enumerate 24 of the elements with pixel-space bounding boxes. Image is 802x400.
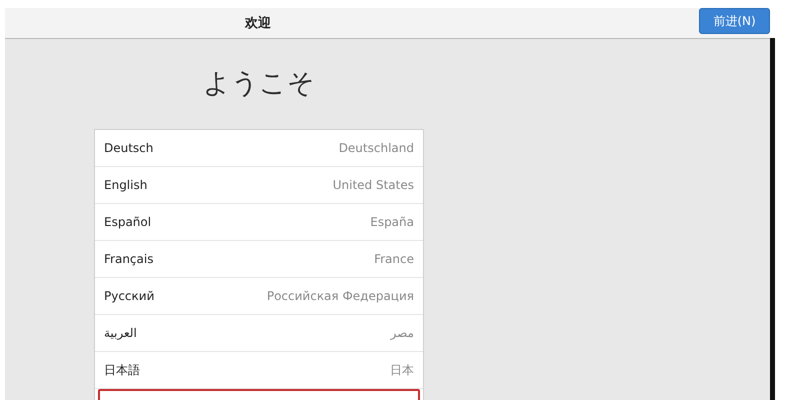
language-row[interactable]: English United States bbox=[95, 167, 423, 204]
language-name: 日本語 bbox=[104, 362, 140, 378]
region-name: España bbox=[370, 215, 414, 229]
language-row[interactable]: Deutsch Deutschland bbox=[95, 130, 423, 167]
region-name: 日本 bbox=[390, 362, 414, 378]
region-name: Российская Федерация bbox=[266, 289, 414, 303]
next-button[interactable]: 前进(N) bbox=[699, 8, 770, 34]
region-name: مصر bbox=[390, 326, 414, 340]
language-name: Русский bbox=[104, 289, 154, 303]
language-name: Español bbox=[104, 215, 152, 229]
region-name: United States bbox=[332, 178, 414, 192]
language-name: Deutsch bbox=[104, 141, 154, 155]
language-row[interactable]: 日本語 日本 bbox=[95, 352, 423, 389]
language-name: English bbox=[104, 178, 148, 192]
language-row[interactable]: Español España bbox=[95, 204, 423, 241]
language-name: العربية bbox=[104, 326, 137, 340]
language-name: Français bbox=[104, 252, 154, 266]
window-title: 欢迎 bbox=[245, 14, 271, 32]
language-row[interactable]: Русский Российская Федерация bbox=[95, 278, 423, 315]
welcome-heading: ようこそ bbox=[202, 67, 316, 101]
region-name: Deutschland bbox=[338, 141, 414, 155]
region-name: France bbox=[374, 252, 414, 266]
language-row[interactable]: العربية مصر bbox=[95, 315, 423, 352]
language-row[interactable]: Français France bbox=[95, 241, 423, 278]
